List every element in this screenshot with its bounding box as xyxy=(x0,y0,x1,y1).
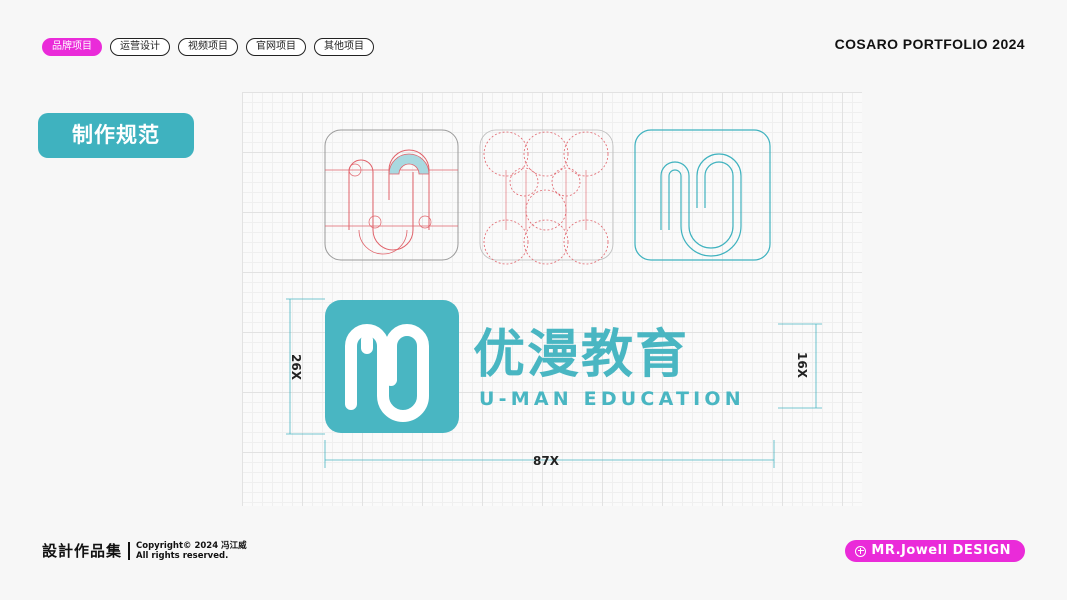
portfolio-title: COSARO PORTFOLIO 2024 xyxy=(834,36,1025,52)
section-title: 制作规范 xyxy=(38,113,194,158)
footer-copyright-block: Copyright© 2024 冯江威 All rights reserved. xyxy=(136,541,247,561)
tab-other-projects[interactable]: 其他项目 xyxy=(314,38,374,56)
logo-outline-icon xyxy=(634,129,771,261)
top-nav: 品牌项目 运营设计 视频项目 官网项目 其他项目 xyxy=(42,38,374,56)
footer-divider xyxy=(128,541,131,560)
construction-grid xyxy=(242,92,862,506)
logo-chinese-name: 优漫教育 xyxy=(473,325,690,385)
dimension-text-height-label: 16X xyxy=(794,352,809,378)
logo-english-name: U-MAN EDUCATION xyxy=(479,388,745,410)
designer-brand-badge[interactable]: MR.Jowell DESIGN xyxy=(845,540,1025,562)
plus-circle-icon xyxy=(855,545,867,557)
logo-mark-icon xyxy=(325,300,459,433)
footer-title: 設計作品集 xyxy=(42,542,123,560)
tab-video-projects[interactable]: 视频项目 xyxy=(178,38,238,56)
designer-brand-label: MR.Jowell DESIGN xyxy=(871,543,1011,558)
dimension-width-label: 87X xyxy=(533,454,559,468)
logo-construction-red-icon xyxy=(324,129,459,261)
construction-drawing xyxy=(286,129,822,468)
rights-text: All rights reserved. xyxy=(136,550,229,561)
footer-credits: 設計作品集 Copyright© 2024 冯江威 All rights res… xyxy=(42,540,247,561)
dimension-height-label: 26X xyxy=(288,354,303,380)
logo-circle-construction-icon xyxy=(479,129,614,265)
tab-website-projects[interactable]: 官网项目 xyxy=(246,38,306,56)
tab-brand-projects[interactable]: 品牌项目 xyxy=(42,38,102,56)
tab-operation-design[interactable]: 运营设计 xyxy=(110,38,170,56)
copyright-text: Copyright© 2024 冯江威 xyxy=(136,540,247,551)
